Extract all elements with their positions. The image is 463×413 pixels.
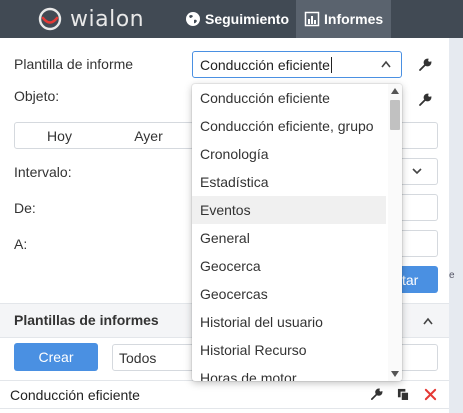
wialon-logo[interactable]: wialon xyxy=(38,0,144,38)
template-option[interactable]: Eventos xyxy=(192,196,386,224)
templates-section-title: Plantillas de informes xyxy=(14,312,159,328)
nav-tracking-label: Seguimiento xyxy=(205,11,290,27)
template-dropdown[interactable]: Conducción eficiente Conducción eficiente… xyxy=(192,84,402,381)
template-option-list: Conducción eficiente Conducción eficiente… xyxy=(192,84,386,381)
template-option[interactable]: General xyxy=(192,224,386,252)
template-select[interactable]: Conducción eficiente xyxy=(192,51,402,78)
chevron-up-icon xyxy=(381,60,391,68)
create-template-label: Crear xyxy=(38,349,74,365)
scrollbar-thumb[interactable] xyxy=(390,100,400,130)
template-option[interactable]: Conducción eficiente xyxy=(192,84,386,112)
scroll-up-arrow-icon[interactable] xyxy=(391,88,399,94)
report-chart-icon xyxy=(304,11,320,27)
object-label: Objeto: xyxy=(14,88,60,104)
interval-label: Intervalo: xyxy=(14,164,72,180)
text-cursor xyxy=(330,56,332,73)
from-date-input[interactable] xyxy=(402,194,438,221)
edit-wrench-icon[interactable] xyxy=(370,388,383,401)
to-label: A: xyxy=(14,236,28,252)
quick-day-buttons-end[interactable] xyxy=(402,122,438,149)
execute-button[interactable]: tar xyxy=(402,266,438,293)
copy-icon[interactable] xyxy=(397,388,410,401)
to-date-input[interactable] xyxy=(402,230,438,257)
top-bar: wialon Seguimiento Informes xyxy=(0,0,463,38)
template-option[interactable]: Cronología xyxy=(192,140,386,168)
nav-reports[interactable]: Informes xyxy=(296,0,392,38)
wialon-logo-icon xyxy=(38,7,62,31)
template-option[interactable]: Conducción eficiente, grupo xyxy=(192,112,386,140)
object-wrench-icon[interactable] xyxy=(418,93,432,107)
nav-tracking[interactable]: Seguimiento xyxy=(183,0,296,38)
quick-day-buttons: Hoy Ayer xyxy=(14,122,194,149)
delete-icon[interactable] xyxy=(424,388,437,401)
map-edge-label: e xyxy=(449,270,455,281)
brand-name: wialon xyxy=(70,6,145,32)
create-template-button[interactable]: Crear xyxy=(14,343,98,371)
table-row[interactable] xyxy=(0,408,449,413)
template-row-name: Conducción eficiente xyxy=(10,386,140,403)
chevron-down-icon xyxy=(412,168,422,175)
scroll-down-arrow-icon[interactable] xyxy=(391,371,399,377)
template-option[interactable]: Estadística xyxy=(192,168,386,196)
template-option[interactable]: Historial Recurso xyxy=(192,336,386,364)
table-row[interactable]: Conducción eficiente xyxy=(0,380,449,408)
execute-button-label: tar xyxy=(402,271,419,288)
template-option[interactable]: Historial del usuario xyxy=(192,308,386,336)
nav-reports-label: Informes xyxy=(324,11,384,27)
template-option[interactable]: Geocerca xyxy=(192,252,386,280)
collapse-chevron-icon[interactable] xyxy=(423,317,433,325)
main-nav: Seguimiento Informes xyxy=(183,0,392,38)
templates-filter-value: Todos xyxy=(119,349,157,366)
map-area[interactable]: e xyxy=(449,38,463,413)
wrench-icon[interactable] xyxy=(418,58,432,72)
yesterday-button[interactable]: Ayer xyxy=(104,123,193,148)
template-option[interactable]: Geocercas xyxy=(192,280,386,308)
row-actions xyxy=(370,388,437,401)
from-label: De: xyxy=(14,200,36,216)
template-option[interactable]: Horas de motor xyxy=(192,364,386,381)
template-label: Plantilla de informe xyxy=(14,56,134,72)
globe-icon xyxy=(186,12,200,26)
template-select-value: Conducción eficiente xyxy=(200,56,330,73)
today-button[interactable]: Hoy xyxy=(15,123,104,148)
dropdown-scrollbar[interactable] xyxy=(388,84,402,381)
